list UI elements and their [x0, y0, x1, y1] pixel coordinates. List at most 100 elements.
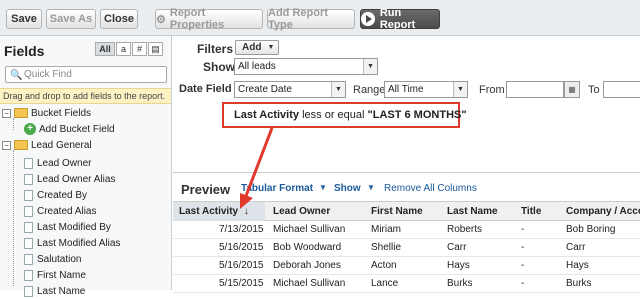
active-filter-callout[interactable]: Last Activity less or equal "LAST 6 MONT…: [222, 102, 467, 128]
cell-first-name: Lance: [371, 278, 399, 289]
field-lead-owner[interactable]: Lead Owner: [24, 155, 91, 171]
tree-folder-lead-general[interactable]: − Lead General: [2, 137, 92, 153]
range-select[interactable]: All Time ▼: [384, 81, 468, 98]
cell-last-activity: 5/16/2015: [219, 242, 264, 253]
field-icon: [24, 189, 33, 201]
cell-last-name: Burks: [447, 278, 473, 289]
toolbar: Save Save As Close ⚙ Report Properties A…: [0, 0, 640, 36]
tree-item-label: Lead Owner: [37, 157, 92, 169]
cell-title: -: [521, 224, 525, 235]
column-label: Last Activity: [179, 206, 239, 217]
field-created-alias[interactable]: Created Alias: [24, 203, 96, 219]
cell-company: Burks: [566, 278, 592, 289]
add-bucket-field-item[interactable]: + Add Bucket Field: [24, 121, 115, 137]
tree-item-label: Bucket Fields: [31, 107, 92, 119]
filter-tab-text[interactable]: a: [116, 42, 131, 56]
report-properties-label: Report Properties: [169, 7, 225, 31]
field-created-by[interactable]: Created By: [24, 187, 87, 203]
show-select-value: All leads: [238, 61, 276, 72]
gear-icon: ⚙: [156, 13, 166, 26]
calendar-icon[interactable]: ▦: [564, 81, 580, 98]
cell-last-activity: 5/16/2015: [219, 260, 264, 271]
preview-title: Preview: [181, 182, 231, 197]
field-icon: [24, 205, 33, 217]
table-row: 5/16/2015 Deborah Jones Acton Hays - Hay…: [173, 257, 640, 275]
cell-company: Carr: [566, 242, 586, 253]
tree-item-label: Created Alias: [37, 205, 97, 217]
field-first-name[interactable]: First Name: [24, 267, 86, 283]
tree-item-label: First Name: [37, 269, 86, 281]
table-header: Last Activity ↓ Lead Owner First Name La…: [173, 201, 640, 221]
from-label: From: [479, 84, 505, 96]
format-dropdown[interactable]: Tabular Format: [241, 183, 313, 194]
collapse-icon[interactable]: −: [2, 108, 11, 118]
field-icon: [24, 157, 33, 169]
preview-panel: Preview Tabular Format ▼ Show ▼ Remove A…: [173, 172, 640, 293]
table-row: 7/13/2015 Michael Sullivan Miriam Robert…: [173, 221, 640, 239]
show-dropdown[interactable]: Show: [334, 183, 361, 194]
quick-find-input[interactable]: 🔍 Quick Find: [5, 66, 167, 83]
chevron-down-icon: ▼: [331, 82, 345, 97]
field-icon: [24, 221, 33, 233]
fields-panel: Fields All a # ▤ 🔍 Quick Find Drag and d…: [0, 36, 172, 297]
column-header-first-name[interactable]: First Name: [371, 206, 423, 217]
chevron-down-icon[interactable]: ▼: [367, 183, 375, 192]
filter-tab-date[interactable]: ▤: [148, 42, 163, 56]
filter-tab-number[interactable]: #: [132, 42, 147, 56]
column-header-lead-owner[interactable]: Lead Owner: [273, 206, 330, 217]
save-as-button[interactable]: Save As: [46, 9, 96, 29]
tree-item-label: Add Bucket Field: [39, 123, 115, 135]
sort-down-icon: ↓: [243, 206, 249, 217]
field-icon: [24, 285, 33, 297]
date-field-select[interactable]: Create Date ▼: [234, 81, 346, 98]
cell-lead-owner: Bob Woodward: [273, 242, 342, 253]
cell-lead-owner: Deborah Jones: [273, 260, 341, 271]
tree-folder-bucket-fields[interactable]: − Bucket Fields: [2, 105, 91, 121]
remove-all-columns-link[interactable]: Remove All Columns: [384, 183, 477, 194]
tree-item-label: Lead General: [31, 139, 92, 151]
chevron-down-icon[interactable]: ▼: [319, 183, 327, 192]
table-row: 5/16/2015 Bob Woodward Shellie Carr - Ca…: [173, 239, 640, 257]
cell-last-activity: 7/13/2015: [219, 224, 264, 235]
date-field-select-value: Create Date: [238, 84, 292, 95]
add-report-type-button[interactable]: Add Report Type: [267, 7, 355, 31]
filter-operator: less or equal: [302, 109, 365, 121]
cell-title: -: [521, 242, 525, 253]
field-last-modified-alias[interactable]: Last Modified Alias: [24, 235, 120, 251]
range-select-value: All Time: [388, 84, 424, 95]
cell-lead-owner: Michael Sullivan: [273, 224, 346, 235]
column-header-last-name[interactable]: Last Name: [447, 206, 498, 217]
from-date-input[interactable]: [506, 81, 564, 98]
chevron-down-icon: ▼: [363, 59, 377, 74]
cell-last-name: Carr: [447, 242, 467, 253]
report-properties-button[interactable]: ⚙ Report Properties: [155, 7, 263, 31]
tree-item-label: Created By: [37, 189, 88, 201]
column-header-company[interactable]: Company / Accou: [566, 206, 640, 217]
tree-item-label: Last Modified By: [37, 221, 111, 233]
column-header-title[interactable]: Title: [521, 206, 541, 217]
column-header-last-activity[interactable]: Last Activity ↓: [173, 202, 265, 221]
close-button[interactable]: Close: [100, 9, 138, 29]
field-last-name[interactable]: Last Name: [24, 283, 85, 299]
add-icon: +: [24, 123, 36, 135]
add-filter-button[interactable]: Add ▼: [235, 40, 279, 55]
filter-tab-all[interactable]: All: [95, 42, 115, 56]
cell-company: Bob Boring: [566, 224, 616, 235]
collapse-icon[interactable]: −: [2, 140, 11, 150]
date-field-label: Date Field: [179, 83, 232, 95]
cell-first-name: Shellie: [371, 242, 402, 253]
show-select[interactable]: All leads ▼: [234, 58, 378, 75]
field-salutation[interactable]: Salutation: [24, 251, 81, 267]
filter-field: Last Activity: [234, 109, 300, 121]
table-row: 5/15/2015 Michael Sullivan Lance Burks -…: [173, 275, 640, 293]
run-report-button[interactable]: Run Report: [360, 7, 440, 31]
field-icon: [24, 237, 33, 249]
cell-first-name: Acton: [371, 260, 397, 271]
field-lead-owner-alias[interactable]: Lead Owner Alias: [24, 171, 115, 187]
folder-icon: [14, 108, 28, 118]
chevron-down-icon: ▼: [453, 82, 467, 97]
field-last-modified-by[interactable]: Last Modified By: [24, 219, 111, 235]
to-date-input[interactable]: [603, 81, 640, 98]
save-button[interactable]: Save: [6, 9, 42, 29]
to-label: To: [588, 84, 600, 96]
